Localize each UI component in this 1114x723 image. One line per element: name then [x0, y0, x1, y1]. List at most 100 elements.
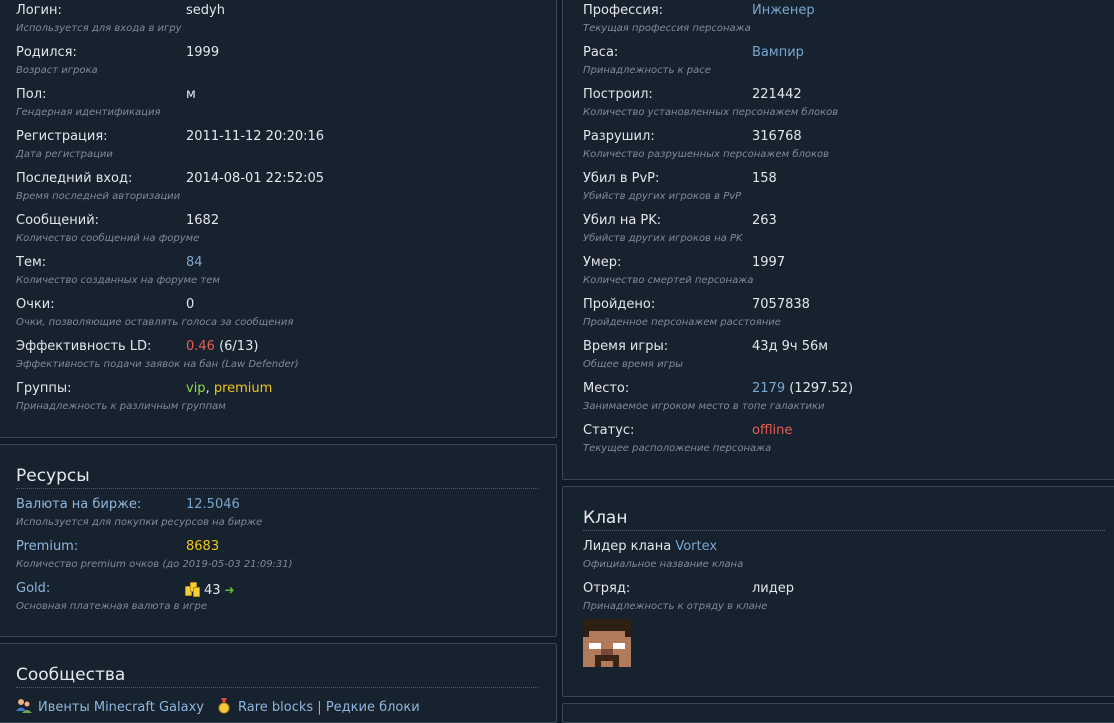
info-label: Последний вход: — [16, 171, 133, 186]
ld-efficiency-value: 0.46 (6/13) — [186, 339, 258, 354]
status-badge: offline — [752, 423, 793, 438]
section-divider — [16, 488, 538, 489]
info-desc: Количество разрушенных персонажем блоков — [583, 149, 830, 160]
points-value: 0 — [186, 297, 195, 312]
info-desc: Возраст игрока — [16, 65, 98, 76]
info-label: Группы: — [16, 381, 72, 396]
gold-value: 43 — [204, 583, 221, 598]
section-divider — [583, 530, 1105, 531]
registration-value: 2011-11-12 20:20:16 — [186, 129, 325, 144]
clan-title: Клан — [583, 508, 628, 528]
exchange-currency-value: 12.5046 — [186, 497, 240, 512]
gender-value: м — [186, 87, 196, 102]
info-desc: Количество сообщений на форуме — [16, 233, 200, 244]
info-desc: Количество смертей персонажа — [583, 275, 754, 286]
character-info-panel: Профессия: Инженер Текущая профессия пер… — [562, 0, 1114, 480]
destroyed-value: 316768 — [752, 129, 802, 144]
info-desc: Количество созданных на форуме тем — [16, 275, 220, 286]
deaths-value: 1997 — [752, 255, 786, 270]
info-label: Построил: — [583, 87, 653, 102]
info-desc: Текущая профессия персонажа — [583, 23, 751, 34]
exchange-currency-link[interactable]: Валюта на бирже: — [16, 497, 141, 512]
rank-value: 2179 (1297.52) — [752, 381, 853, 396]
pvp-kills-value: 158 — [752, 171, 777, 186]
clan-leader-text: Лидер клана Vortex — [583, 539, 717, 554]
info-desc: Общее время игры — [583, 359, 684, 370]
communities-title: Сообщества — [16, 665, 126, 685]
messages-value: 1682 — [186, 213, 220, 228]
info-label: Эффективность LD: — [16, 339, 152, 354]
race-link[interactable]: Вампир — [752, 45, 804, 60]
info-label: Пройдено: — [583, 297, 656, 312]
people-icon — [16, 698, 32, 714]
info-label: Разрушил: — [583, 129, 655, 144]
communities-panel: Сообщества Ивенты Minecraft Galaxy Rare … — [0, 643, 557, 723]
info-label: Место: — [583, 381, 630, 396]
arrow-right-icon[interactable]: ➜ — [225, 583, 235, 597]
info-desc: Эффективность подачи заявок на бан (Law … — [16, 359, 299, 370]
rank-link[interactable]: 2179 — [752, 381, 785, 396]
info-label: Раса: — [583, 45, 619, 60]
squad-value: лидер — [752, 581, 794, 596]
info-desc: Дата регистрации — [16, 149, 113, 160]
info-desc: Принадлежность к расе — [583, 65, 711, 76]
playtime-value: 43д 9ч 56м — [752, 339, 829, 354]
info-desc: Убийств других игроков в PvP — [583, 191, 742, 202]
group-separator: , — [205, 381, 214, 396]
info-desc: Текущее расположение персонажа — [583, 443, 772, 454]
info-label: Умер: — [583, 255, 622, 270]
distance-value: 7057838 — [752, 297, 810, 312]
right-bottom-panel — [562, 703, 1114, 723]
ld-count: (6/13) — [214, 339, 259, 354]
pk-kills-value: 263 — [752, 213, 777, 228]
community-item-events[interactable]: Ивенты Minecraft Galaxy — [16, 698, 204, 715]
info-label: Профессия: — [583, 3, 664, 18]
info-desc: Время последней авторизации — [16, 191, 181, 202]
clan-panel: Клан Лидер клана Vortex Официальное назв… — [562, 486, 1114, 697]
info-label: Убил в PvP: — [583, 171, 660, 186]
profession-link[interactable]: Инженер — [752, 3, 815, 18]
info-label: Регистрация: — [16, 129, 108, 144]
info-label: Логин: — [16, 3, 62, 18]
info-label: Очки: — [16, 297, 55, 312]
gold-value-group: 43 ➜ — [185, 581, 235, 598]
community-label: Ивенты Minecraft Galaxy — [38, 700, 204, 715]
ld-ratio: 0.46 — [186, 339, 215, 354]
clan-leader-prefix: Лидер клана — [583, 539, 676, 554]
avatar — [583, 619, 631, 667]
group-vip: vip — [186, 381, 206, 396]
info-desc: Пройденное персонажем расстояние — [583, 317, 781, 328]
info-label: Статус: — [583, 423, 635, 438]
info-label: Убил на PK: — [583, 213, 662, 228]
info-label: Время игры: — [583, 339, 669, 354]
info-desc: Принадлежность к отряду в клане — [583, 601, 768, 612]
resources-title: Ресурсы — [16, 466, 90, 486]
info-label: Сообщений: — [16, 213, 100, 228]
login-value: sedyh — [186, 3, 225, 18]
community-label: Rare blocks | Редкие блоки — [238, 700, 420, 715]
medal-icon — [216, 698, 232, 714]
info-desc: Используется для покупки ресурсов на бир… — [16, 517, 263, 528]
groups-value: vip, premium — [186, 381, 272, 396]
built-value: 221442 — [752, 87, 802, 102]
clan-name-link[interactable]: Vortex — [675, 539, 717, 554]
resources-panel: Ресурсы Валюта на бирже: 12.5046 Использ… — [0, 444, 557, 637]
group-premium: premium — [213, 381, 273, 396]
info-desc: Убийств других игроков на PK — [583, 233, 743, 244]
info-desc: Количество установленных персонажем блок… — [583, 107, 839, 118]
info-desc: Основная платежная валюта в игре — [16, 601, 207, 612]
info-desc: Гендерная идентификация — [16, 107, 161, 118]
premium-link[interactable]: Premium: — [16, 539, 78, 554]
profile-info-panel: Логин: sedyh Используется для входа в иг… — [0, 0, 557, 438]
gold-link[interactable]: Gold: — [16, 581, 50, 596]
info-label: Пол: — [16, 87, 47, 102]
info-desc: Используется для входа в игру — [16, 23, 182, 34]
info-label: Тем: — [16, 255, 47, 270]
topics-link[interactable]: 84 — [186, 255, 203, 270]
info-desc: Очки, позволяющие оставлять голоса за со… — [16, 317, 294, 328]
community-item-rare-blocks[interactable]: Rare blocks | Редкие блоки — [216, 698, 420, 715]
info-label: Отряд: — [583, 581, 631, 596]
birth-value: 1999 — [186, 45, 220, 60]
rank-score: (1297.52) — [785, 381, 854, 396]
gold-coins-icon — [185, 581, 201, 597]
